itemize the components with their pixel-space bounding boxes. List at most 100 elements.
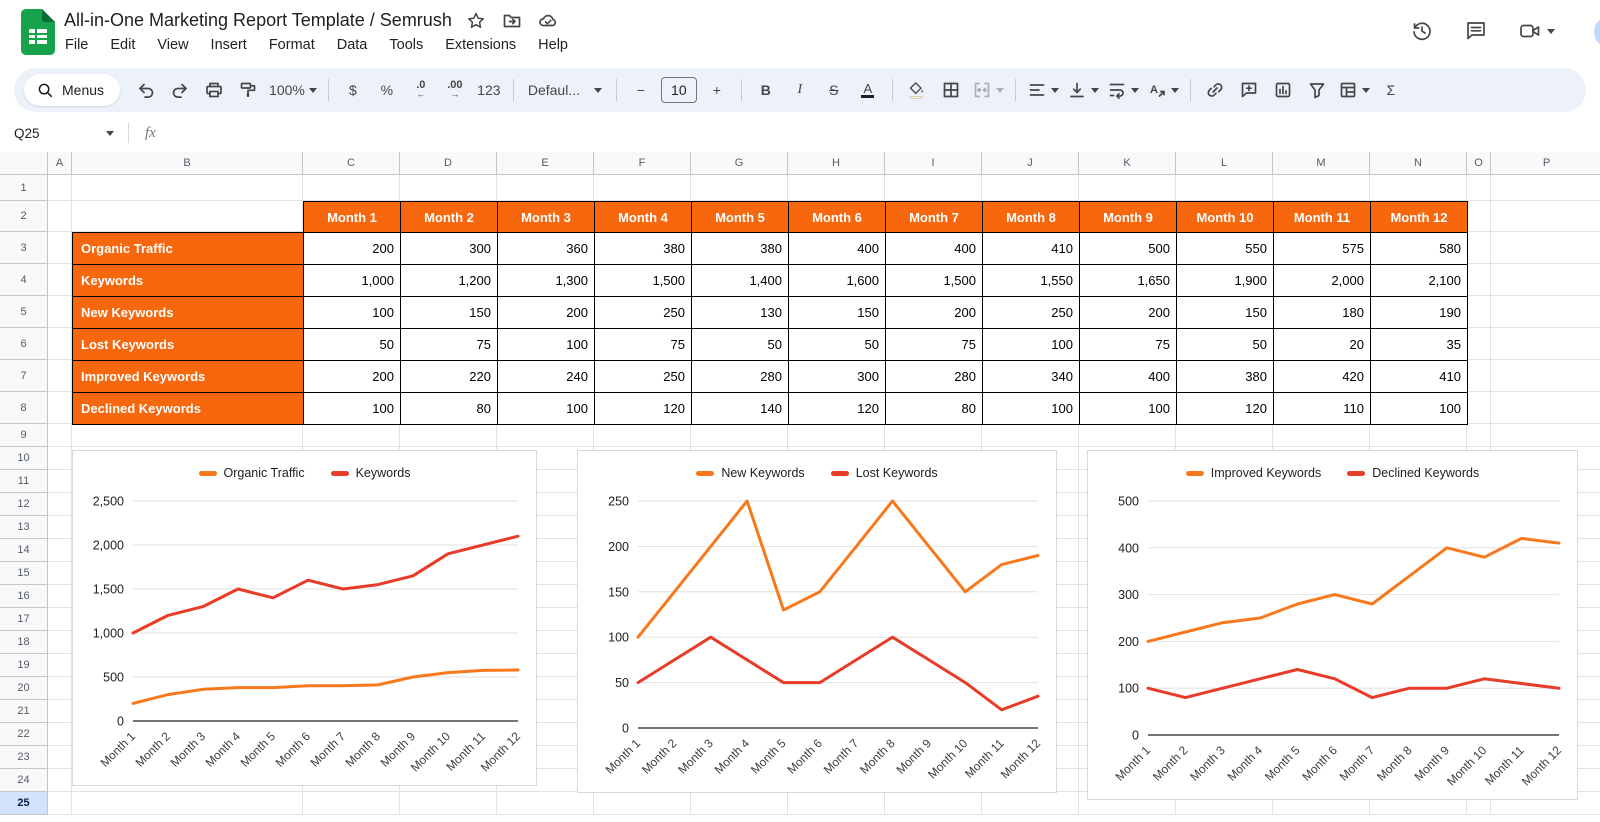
table-cell[interactable]: 100 [1079, 392, 1177, 425]
table-cell[interactable]: 280 [885, 360, 983, 393]
font-size-button[interactable]: 10 [660, 77, 697, 103]
text-wrap-button[interactable] [1104, 76, 1142, 104]
row-header-8[interactable]: 8 [0, 392, 48, 424]
table-cell[interactable]: 150 [788, 296, 886, 329]
name-box[interactable]: Q25 [0, 126, 122, 141]
grid-cell-I25[interactable] [885, 792, 982, 815]
horizontal-align-button[interactable] [1024, 76, 1062, 104]
menu-edit[interactable]: Edit [99, 35, 146, 55]
grid-cell-P8[interactable] [1491, 392, 1600, 424]
grid-cell-A20[interactable] [48, 677, 72, 700]
table-row-label[interactable]: Lost Keywords [72, 328, 304, 361]
column-header-N[interactable]: N [1370, 152, 1467, 175]
column-header-M[interactable]: M [1273, 152, 1370, 175]
grid-cell-D25[interactable] [400, 792, 497, 815]
grid-cell-J9[interactable] [982, 424, 1079, 447]
table-cell[interactable]: 340 [982, 360, 1080, 393]
row-header-16[interactable]: 16 [0, 585, 48, 608]
grid-cell-A23[interactable] [48, 746, 72, 769]
paint-format-button[interactable] [232, 76, 264, 104]
grid-cell-P1[interactable] [1491, 175, 1600, 201]
font-family-button[interactable]: Defaul... [522, 76, 608, 104]
table-cell[interactable]: 580 [1370, 232, 1468, 265]
row-header-14[interactable]: 14 [0, 539, 48, 562]
column-header-H[interactable]: H [788, 152, 885, 175]
format-percent-button[interactable]: % [371, 76, 403, 104]
table-cell[interactable]: 1,500 [885, 264, 983, 297]
table-cell[interactable]: 130 [691, 296, 789, 329]
row-header-18[interactable]: 18 [0, 631, 48, 654]
grid-cell-N9[interactable] [1370, 424, 1467, 447]
grid-cell-O9[interactable] [1467, 424, 1491, 447]
row-header-20[interactable]: 20 [0, 677, 48, 700]
table-month-header[interactable]: Month 12 [1370, 201, 1468, 233]
row-header-12[interactable]: 12 [0, 493, 48, 516]
table-cell[interactable]: 150 [400, 296, 498, 329]
table-cell[interactable]: 1,000 [303, 264, 401, 297]
table-cell[interactable]: 2,100 [1370, 264, 1468, 297]
row-header-11[interactable]: 11 [0, 470, 48, 493]
table-cell[interactable]: 400 [788, 232, 886, 265]
grid-cell-H25[interactable] [788, 792, 885, 815]
table-cell[interactable]: 110 [1273, 392, 1371, 425]
avatar[interactable] [1594, 16, 1600, 48]
grid-cell-A15[interactable] [48, 562, 72, 585]
grid-cell-E25[interactable] [497, 792, 594, 815]
grid-cell-A18[interactable] [48, 631, 72, 654]
table-cell[interactable]: 2,000 [1273, 264, 1371, 297]
column-header-A[interactable]: A [48, 152, 72, 175]
table-cell[interactable]: 1,300 [497, 264, 595, 297]
row-header-9[interactable]: 9 [0, 424, 48, 447]
row-header-17[interactable]: 17 [0, 608, 48, 631]
table-cell[interactable]: 1,550 [982, 264, 1080, 297]
table-cell[interactable]: 140 [691, 392, 789, 425]
row-header-13[interactable]: 13 [0, 516, 48, 539]
column-header-B[interactable]: B [72, 152, 303, 175]
italic-button[interactable]: I [784, 76, 816, 104]
table-row-label[interactable]: New Keywords [72, 296, 304, 329]
table-cell[interactable]: 300 [400, 232, 498, 265]
grid-cell-D9[interactable] [400, 424, 497, 447]
grid-cell-K1[interactable] [1079, 175, 1176, 201]
table-month-header[interactable]: Month 3 [497, 201, 595, 233]
table-cell[interactable]: 100 [497, 392, 595, 425]
table-cell[interactable]: 100 [497, 328, 595, 361]
grid-cell-J1[interactable] [982, 175, 1079, 201]
table-cell[interactable]: 200 [303, 232, 401, 265]
table-cell[interactable]: 400 [1079, 360, 1177, 393]
fill-color-button[interactable] [901, 76, 933, 104]
grid-cell-O4[interactable] [1467, 264, 1491, 296]
vertical-align-button[interactable] [1064, 76, 1102, 104]
grid-cell-G9[interactable] [691, 424, 788, 447]
table-cell[interactable]: 1,400 [691, 264, 789, 297]
functions-button[interactable]: Σ [1375, 76, 1407, 104]
grid-cell-A1[interactable] [48, 175, 72, 201]
row-header-15[interactable]: 15 [0, 562, 48, 585]
row-header-10[interactable]: 10 [0, 447, 48, 470]
merge-cells-button[interactable] [969, 76, 1007, 104]
table-cell[interactable]: 1,200 [400, 264, 498, 297]
row-header-5[interactable]: 5 [0, 296, 48, 328]
grid-cell-B25[interactable] [72, 792, 303, 815]
row-header-7[interactable]: 7 [0, 360, 48, 392]
formula-input[interactable] [166, 114, 1600, 152]
grid-cell-A11[interactable] [48, 470, 72, 493]
table-cell[interactable]: 200 [885, 296, 983, 329]
grid-cell-A6[interactable] [48, 328, 72, 360]
grid-cell-G25[interactable] [691, 792, 788, 815]
row-header-21[interactable]: 21 [0, 700, 48, 723]
table-cell[interactable]: 100 [1370, 392, 1468, 425]
grid-cell-A10[interactable] [48, 447, 72, 470]
row-header-22[interactable]: 22 [0, 723, 48, 746]
grid-cell-P3[interactable] [1491, 232, 1600, 264]
menus-search[interactable]: Menus [24, 74, 121, 106]
increase-decimal-button[interactable]: .00 → [439, 76, 471, 104]
grid-cell-F9[interactable] [594, 424, 691, 447]
grid-cell-H1[interactable] [788, 175, 885, 201]
grid-cell-F1[interactable] [594, 175, 691, 201]
menu-view[interactable]: View [146, 35, 199, 55]
table-cell[interactable]: 1,600 [788, 264, 886, 297]
grid-cell-A13[interactable] [48, 516, 72, 539]
table-month-header[interactable]: Month 11 [1273, 201, 1371, 233]
menu-tools[interactable]: Tools [378, 35, 434, 55]
